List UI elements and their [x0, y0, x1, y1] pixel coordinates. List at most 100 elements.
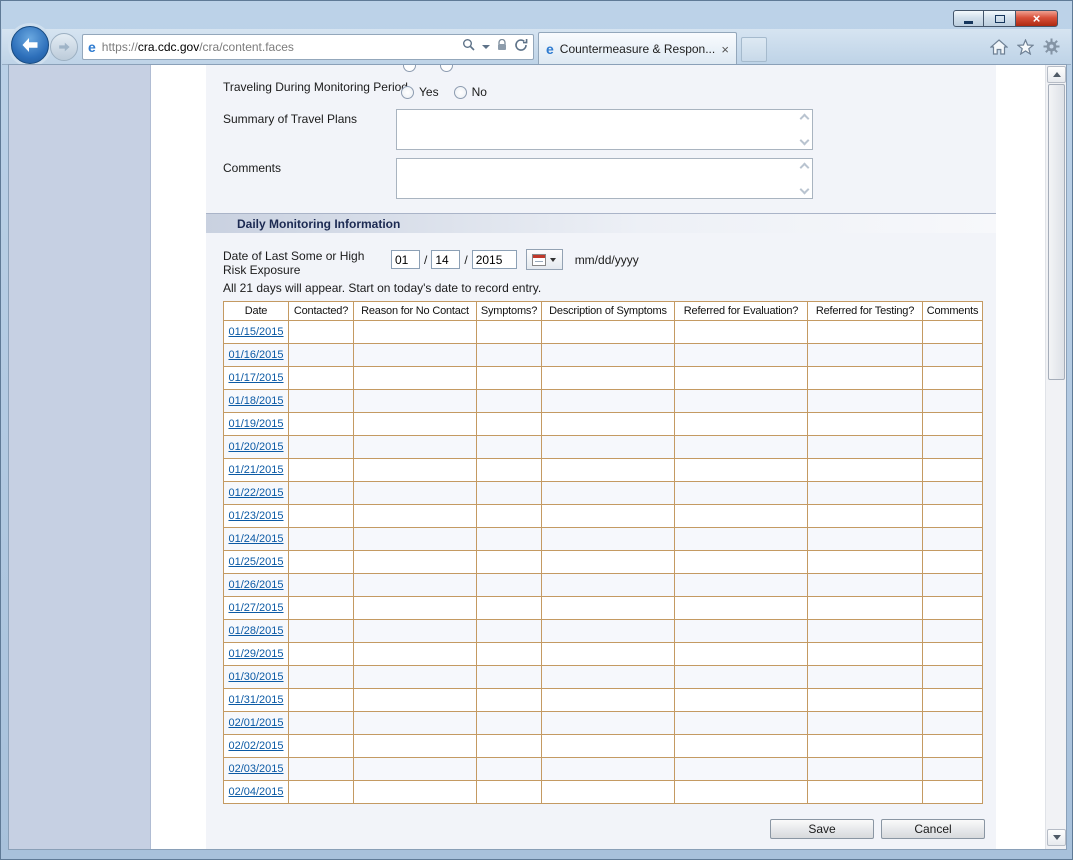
date-link[interactable]: 02/04/2015 — [228, 786, 283, 798]
empty-cell — [675, 459, 808, 482]
exposure-date-row: / / mm/dd/yyyy — [391, 249, 639, 270]
empty-cell — [923, 551, 983, 574]
empty-cell — [289, 620, 354, 643]
empty-cell — [808, 344, 923, 367]
maximize-button[interactable] — [984, 10, 1015, 27]
empty-cell — [354, 482, 477, 505]
date-link[interactable]: 01/26/2015 — [228, 579, 283, 591]
scroll-up-icon — [800, 114, 810, 124]
url-scheme: https:// — [102, 40, 138, 54]
date-cell: 01/24/2015 — [224, 528, 289, 551]
empty-cell — [808, 689, 923, 712]
empty-cell — [542, 505, 675, 528]
scrollbar-thumb[interactable] — [1048, 84, 1065, 380]
date-link[interactable]: 02/02/2015 — [228, 740, 283, 752]
date-link[interactable]: 01/19/2015 — [228, 418, 283, 430]
date-cell: 01/23/2015 — [224, 505, 289, 528]
yes-radio-button[interactable] — [401, 86, 414, 99]
empty-cell — [675, 620, 808, 643]
section-header: Daily Monitoring Information — [206, 213, 996, 233]
date-link[interactable]: 01/31/2015 — [228, 694, 283, 706]
browser-tab[interactable]: e Countermeasure & Respon... × — [538, 32, 737, 65]
empty-cell — [289, 436, 354, 459]
date-link[interactable]: 01/17/2015 — [228, 372, 283, 384]
empty-cell — [477, 321, 542, 344]
back-button[interactable] — [11, 26, 49, 64]
column-header-referred-for-evaluation: Referred for Evaluation? — [675, 302, 808, 321]
date-link[interactable]: 01/25/2015 — [228, 556, 283, 568]
empty-cell — [477, 735, 542, 758]
monitoring-table-body: 01/15/2015 01/16/2015 01/17/2015 01/18/2015… — [224, 321, 983, 804]
exposure-month-input[interactable] — [391, 250, 420, 269]
cancel-button[interactable]: Cancel — [881, 819, 985, 839]
date-link[interactable]: 01/20/2015 — [228, 441, 283, 453]
scroll-up-icon — [800, 163, 810, 173]
date-link[interactable]: 01/29/2015 — [228, 648, 283, 660]
tab-close-icon[interactable]: × — [721, 43, 729, 56]
date-link[interactable]: 01/15/2015 — [228, 326, 283, 338]
empty-cell — [354, 643, 477, 666]
empty-cell — [923, 712, 983, 735]
empty-cell — [477, 597, 542, 620]
date-link[interactable]: 02/03/2015 — [228, 763, 283, 775]
table-row: 02/03/2015 — [224, 758, 983, 781]
date-link[interactable]: 02/01/2015 — [228, 717, 283, 729]
address-bar[interactable]: e https://cra.cdc.gov/cra/content.faces — [82, 34, 534, 60]
date-cell: 02/02/2015 — [224, 735, 289, 758]
empty-cell — [477, 758, 542, 781]
favorites-star-icon[interactable] — [1017, 39, 1034, 55]
empty-cell — [675, 712, 808, 735]
empty-cell — [808, 459, 923, 482]
date-link[interactable]: 01/16/2015 — [228, 349, 283, 361]
empty-cell — [542, 574, 675, 597]
table-row: 01/17/2015 — [224, 367, 983, 390]
date-link[interactable]: 01/22/2015 — [228, 487, 283, 499]
empty-cell — [354, 574, 477, 597]
refresh-icon[interactable] — [514, 38, 528, 57]
travel-summary-label: Summary of Travel Plans — [223, 112, 357, 126]
empty-cell — [923, 689, 983, 712]
date-link[interactable]: 01/23/2015 — [228, 510, 283, 522]
empty-cell — [675, 781, 808, 804]
column-header-date: Date — [224, 302, 289, 321]
scrollbar-down-button[interactable] — [1047, 829, 1066, 846]
empty-cell — [354, 551, 477, 574]
empty-cell — [289, 413, 354, 436]
page-content: Traveling During Monitoring Period Yes N… — [151, 65, 1045, 849]
date-link[interactable]: 01/18/2015 — [228, 395, 283, 407]
date-link[interactable]: 01/27/2015 — [228, 602, 283, 614]
url-path: /cra/content.faces — [199, 40, 294, 54]
exposure-year-input[interactable] — [472, 250, 517, 269]
vertical-scrollbar[interactable] — [1045, 65, 1066, 849]
scrollbar-up-button[interactable] — [1047, 66, 1066, 83]
date-cell: 01/19/2015 — [224, 413, 289, 436]
empty-cell — [923, 781, 983, 804]
travel-summary-textarea[interactable] — [396, 109, 813, 150]
forward-button[interactable] — [50, 33, 78, 61]
date-cell: 01/26/2015 — [224, 574, 289, 597]
comments-textarea[interactable] — [396, 158, 813, 199]
arrow-up-icon — [1053, 72, 1061, 77]
empty-cell — [675, 689, 808, 712]
empty-cell — [675, 413, 808, 436]
save-button[interactable]: Save — [770, 819, 874, 839]
exposure-day-input[interactable] — [431, 250, 460, 269]
close-button[interactable]: × — [1015, 10, 1058, 27]
settings-gear-icon[interactable] — [1043, 38, 1060, 55]
home-icon[interactable] — [990, 39, 1008, 55]
search-dropdown-icon[interactable] — [482, 45, 490, 49]
date-link[interactable]: 01/28/2015 — [228, 625, 283, 637]
date-link[interactable]: 01/30/2015 — [228, 671, 283, 683]
calendar-picker-button[interactable] — [526, 249, 563, 270]
forward-arrow-icon — [56, 39, 72, 55]
search-icon[interactable] — [462, 38, 475, 56]
empty-cell — [542, 482, 675, 505]
minimize-button[interactable] — [953, 10, 984, 27]
date-link[interactable]: 01/21/2015 — [228, 464, 283, 476]
date-link[interactable]: 01/24/2015 — [228, 533, 283, 545]
no-radio-button[interactable] — [454, 86, 467, 99]
empty-cell — [542, 781, 675, 804]
empty-cell — [808, 505, 923, 528]
empty-cell — [354, 436, 477, 459]
new-tab-button[interactable] — [741, 37, 767, 62]
